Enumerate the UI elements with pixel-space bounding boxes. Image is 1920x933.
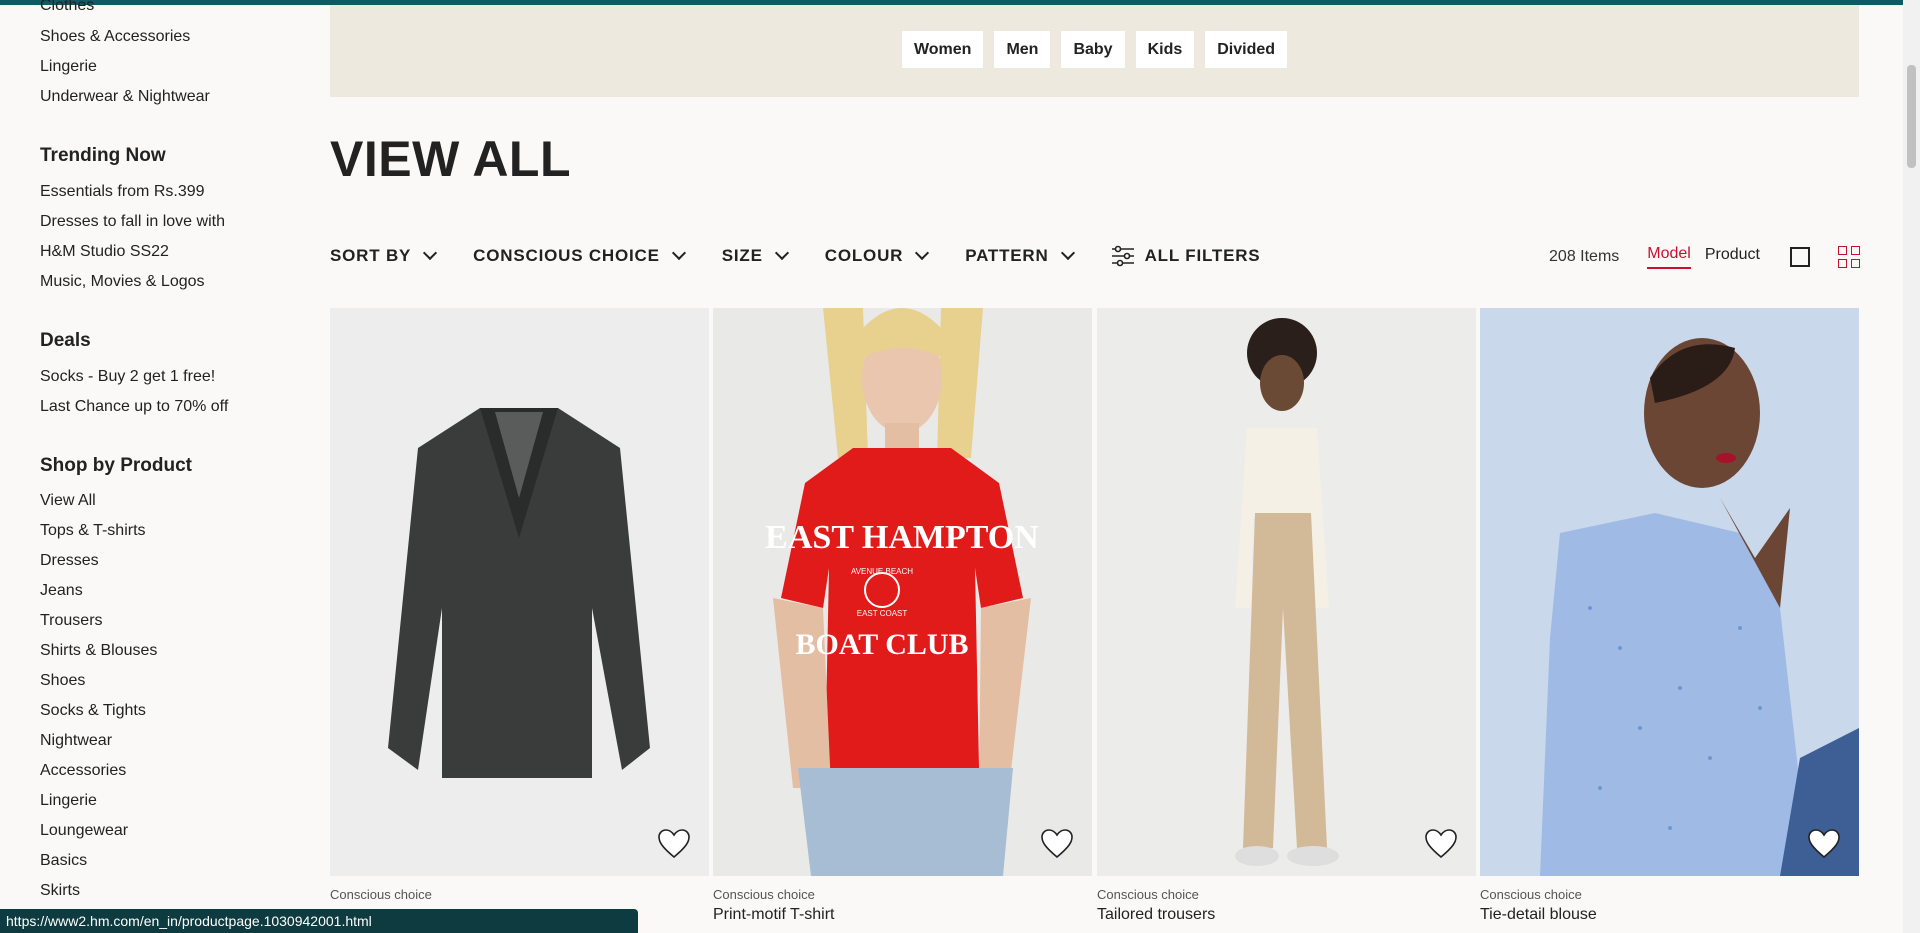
sidebar-link-tops[interactable]: Tops & T-shirts — [40, 522, 146, 540]
sidebar-link-essentials[interactable]: Essentials from Rs.399 — [40, 183, 205, 201]
sidebar-link-lingerie[interactable]: Lingerie — [40, 58, 97, 76]
page-title: VIEW ALL — [330, 131, 572, 187]
sidebar-link-loungewear[interactable]: Loungewear — [40, 822, 128, 840]
conscious-choice-tag: Conscious choice — [1097, 887, 1199, 902]
sidebar-link-shoes[interactable]: Shoes — [40, 672, 85, 690]
pattern-dropdown[interactable]: PATTERN — [965, 245, 1075, 266]
product-card[interactable]: Conscious choice Tailored trousers — [1097, 308, 1476, 923]
pill-divided[interactable]: Divided — [1205, 31, 1288, 68]
sidebar-link-studio[interactable]: H&M Studio SS22 — [40, 243, 169, 261]
blouse-model-image — [1540, 338, 1859, 876]
view-tools: 208 Items Model Product — [1549, 242, 1860, 272]
tshirt-model-image: EAST HAMPTON AVENUE BEACH EAST COAST BOA… — [765, 308, 1039, 876]
chevron-down-icon — [423, 245, 438, 261]
model-view-toggle[interactable]: Model — [1647, 245, 1691, 269]
pill-men[interactable]: Men — [994, 31, 1051, 68]
sidebar-link-socks-tights[interactable]: Socks & Tights — [40, 702, 146, 720]
sort-by-label: SORT BY — [330, 246, 412, 265]
status-bar-url: https://www2.hm.com/en_in/productpage.10… — [0, 909, 638, 933]
product-image-trousers[interactable] — [1097, 308, 1476, 876]
print-text-boat-club: BOAT CLUB — [795, 628, 968, 661]
colour-dropdown[interactable]: COLOUR — [824, 245, 930, 266]
sidebar-link-trousers[interactable]: Trousers — [40, 612, 103, 630]
vertical-scrollbar[interactable] — [1903, 0, 1920, 933]
heart-icon[interactable] — [657, 828, 691, 860]
sidebar-link-jeans[interactable]: Jeans — [40, 582, 83, 600]
sidebar-link-last-chance[interactable]: Last Chance up to 70% off — [40, 398, 228, 416]
product-title[interactable]: Tailored trousers — [1097, 906, 1215, 924]
scrollbar-thumb[interactable] — [1907, 65, 1916, 168]
sidebar-link-shirts-blouses[interactable]: Shirts & Blouses — [40, 642, 157, 660]
sidebar-link-lingerie-2[interactable]: Lingerie — [40, 792, 97, 810]
conscious-choice-tag: Conscious choice — [1480, 887, 1582, 902]
product-image-blouse[interactable] — [1480, 308, 1859, 876]
department-pills: Women Men Baby Kids Divided — [330, 31, 1859, 68]
product-title[interactable]: Print-motif T-shirt — [713, 906, 835, 924]
size-dropdown[interactable]: SIZE — [721, 245, 789, 266]
print-text-east-coast: EAST COAST — [857, 609, 908, 618]
pill-women[interactable]: Women — [901, 31, 984, 68]
product-title[interactable]: Tie-detail blouse — [1480, 906, 1597, 924]
sidebar-link-socks-deal[interactable]: Socks - Buy 2 get 1 free! — [40, 368, 215, 386]
shop-by-product-heading: Shop by Product — [40, 455, 192, 476]
conscious-choice-label: CONSCIOUS CHOICE — [473, 246, 660, 265]
chevron-down-icon — [915, 245, 930, 261]
all-filters-button[interactable]: ALL FILTERS — [1111, 245, 1261, 267]
filter-bar: SORT BY CONSCIOUS CHOICE SIZE COLOUR PAT… — [330, 242, 1298, 270]
product-image-cardigan[interactable] — [330, 308, 709, 876]
department-banner: Women Men Baby Kids Divided — [330, 5, 1859, 97]
print-text-east-hampton: EAST HAMPTON — [765, 519, 1039, 556]
size-label: SIZE — [721, 246, 763, 265]
single-view-icon[interactable] — [1790, 247, 1810, 267]
sidebar-link-underwear-nightwear[interactable]: Underwear & Nightwear — [40, 88, 210, 106]
heart-icon[interactable] — [1040, 828, 1074, 860]
conscious-choice-dropdown[interactable]: CONSCIOUS CHOICE — [473, 245, 686, 266]
product-card[interactable]: EAST HAMPTON AVENUE BEACH EAST COAST BOA… — [713, 308, 1092, 923]
sidebar-link-dresses-love[interactable]: Dresses to fall in love with — [40, 213, 225, 231]
colour-label: COLOUR — [824, 246, 904, 265]
print-text-avenue-beach: AVENUE BEACH — [851, 567, 913, 576]
heart-icon[interactable] — [1807, 828, 1841, 860]
sidebar-link-basics[interactable]: Basics — [40, 852, 87, 870]
item-count: 208 Items — [1549, 248, 1620, 265]
conscious-choice-tag: Conscious choice — [330, 887, 432, 902]
product-card[interactable]: Conscious choice — [330, 308, 709, 902]
grid-view-icon[interactable] — [1838, 246, 1860, 268]
all-filters-label: ALL FILTERS — [1144, 246, 1261, 265]
deals-heading: Deals — [40, 330, 91, 351]
sidebar-link-dresses[interactable]: Dresses — [40, 552, 99, 570]
sliders-icon — [1111, 245, 1134, 267]
sidebar-link-clothes[interactable]: Clothes — [40, 0, 94, 15]
trousers-model-image — [1235, 318, 1339, 866]
pill-baby[interactable]: Baby — [1061, 31, 1125, 68]
sidebar-link-view-all[interactable]: View All — [40, 492, 96, 510]
chevron-down-icon — [671, 245, 686, 261]
conscious-choice-tag: Conscious choice — [713, 887, 815, 902]
sidebar-link-shoes-accessories[interactable]: Shoes & Accessories — [40, 28, 190, 46]
sidebar-link-accessories[interactable]: Accessories — [40, 762, 126, 780]
chevron-down-icon — [774, 245, 789, 261]
cardigan-image — [388, 408, 650, 778]
product-view-toggle[interactable]: Product — [1705, 246, 1760, 268]
trending-heading: Trending Now — [40, 145, 166, 166]
product-image-tshirt[interactable]: EAST HAMPTON AVENUE BEACH EAST COAST BOA… — [713, 308, 1092, 876]
product-card[interactable]: Conscious choice Tie-detail blouse — [1480, 308, 1859, 923]
chevron-down-icon — [1060, 245, 1075, 261]
sidebar-link-music-movies[interactable]: Music, Movies & Logos — [40, 273, 205, 291]
sidebar-link-nightwear[interactable]: Nightwear — [40, 732, 112, 750]
pill-kids[interactable]: Kids — [1135, 31, 1195, 68]
sidebar-link-skirts[interactable]: Skirts — [40, 882, 80, 900]
sort-by-dropdown[interactable]: SORT BY — [330, 245, 438, 266]
heart-icon[interactable] — [1424, 828, 1458, 860]
pattern-label: PATTERN — [965, 246, 1049, 265]
